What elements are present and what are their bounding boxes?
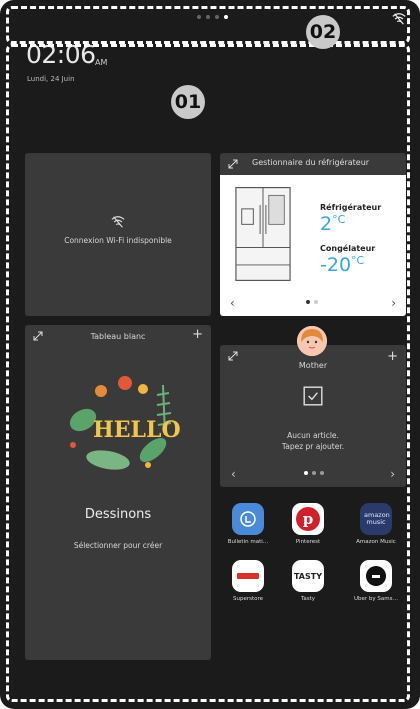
whiteboard-title: Tableau blanc (90, 332, 146, 341)
freezer-temp-unit: °C (351, 254, 365, 267)
bulletin-icon (232, 503, 264, 535)
freezer-label: Congélateur (320, 244, 376, 253)
amazon-music-icon: amazon music (360, 503, 392, 535)
carousel-dots (306, 300, 318, 304)
app-pinterest[interactable]: p Pinterest (281, 503, 335, 545)
page-indicator[interactable] (197, 15, 228, 19)
next-arrow[interactable]: › (391, 296, 396, 310)
whiteboard-heading: Dessinons (84, 507, 152, 522)
refrigerator-icon (235, 187, 291, 281)
uber-icon (360, 560, 392, 592)
hello-illustration: HELLO (69, 376, 181, 470)
app-amazon-music[interactable]: amazon music Amazon Music (349, 503, 403, 545)
clock-date: Lundi, 24 Juin (27, 75, 75, 83)
freezer-temp-value: -20 (320, 254, 352, 276)
freezer-temperature[interactable]: -20°C (320, 254, 364, 276)
hello-text: HELLO (93, 417, 181, 443)
superstore-icon (232, 560, 264, 592)
fridge-manager-card[interactable]: Gestionnaire du réfrigérateur Réfrigérat… (220, 153, 406, 316)
memo-card[interactable]: + Mother Aucun article. Tapez pr ajouter… (220, 345, 406, 487)
fridge-label: Réfrigérateur (320, 203, 382, 212)
app-superstore[interactable]: Superstore (221, 560, 275, 602)
page-dot-active (224, 15, 228, 19)
page-dot (206, 15, 210, 19)
wifi-off-status-icon (392, 13, 406, 25)
app-label: Amazon Music (356, 539, 396, 545)
avatar-icon (297, 326, 327, 356)
top-zone-outline (6, 6, 410, 44)
clock-ampm: AM (95, 58, 108, 67)
expand-icon[interactable] (228, 159, 238, 169)
next-arrow[interactable]: › (390, 467, 395, 481)
avatar[interactable] (297, 326, 327, 356)
app-tasty[interactable]: TASTY Tasty (281, 560, 335, 602)
tasty-icon: TASTY (292, 560, 324, 592)
app-label: Bulletin mati… (227, 539, 269, 545)
prev-arrow[interactable]: ‹ (231, 467, 236, 481)
wifi-status-message: Connexion Wi-Fi indisponible (64, 236, 172, 245)
app-label: Uber by Sams… (354, 596, 398, 602)
app-bulletin[interactable]: Bulletin mati… (221, 503, 275, 545)
zone-badge-02: 02 (306, 15, 340, 49)
carousel-dots (304, 471, 324, 475)
wifi-status-card[interactable]: Connexion Wi-Fi indisponible (25, 153, 211, 316)
fridge-manager-title: Gestionnaire du réfrigérateur (252, 158, 370, 167)
app-label: Superstore (232, 596, 264, 602)
app-uber[interactable]: Uber by Sams… (349, 560, 403, 602)
zone-badge-01: 01 (171, 85, 205, 119)
wifi-off-icon (111, 216, 125, 228)
pinterest-icon: p (292, 503, 324, 535)
checklist-icon (303, 386, 323, 406)
fridge-temperature[interactable]: 2°C (320, 213, 345, 235)
fridge-home-screen: 02:06 AM Lundi, 24 Juin Connexion Wi-Fi … (0, 0, 420, 709)
tasty-logo-text: TASTY (293, 571, 323, 581)
clock-time: 02:06 (26, 40, 96, 69)
page-dot (215, 15, 219, 19)
fridge-temp-value: 2 (320, 213, 333, 235)
app-label: Tasty (300, 596, 316, 602)
fridge-temp-unit: °C (332, 213, 346, 226)
fridge-manager-body: Réfrigérateur 2°C Congélateur -20°C ‹ › (220, 175, 406, 316)
memo-empty-line1: Aucun article. (287, 431, 339, 440)
amazon-music-logo-text: amazon music (364, 511, 390, 526)
expand-icon[interactable] (228, 351, 238, 361)
whiteboard-card[interactable]: Tableau blanc + HELLO Dessinons Sélectio… (25, 325, 211, 660)
app-label: Pinterest (295, 539, 321, 545)
fridge-manager-header: Gestionnaire du réfrigérateur (220, 153, 406, 175)
add-icon[interactable]: + (192, 327, 203, 342)
memo-user-name: Mother (298, 361, 328, 370)
page-dot (197, 15, 201, 19)
whiteboard-subtitle: Sélectionner pour créer (73, 541, 163, 550)
prev-arrow[interactable]: ‹ (230, 296, 235, 310)
memo-empty-line2: Tapez pr ajouter. (281, 442, 345, 451)
